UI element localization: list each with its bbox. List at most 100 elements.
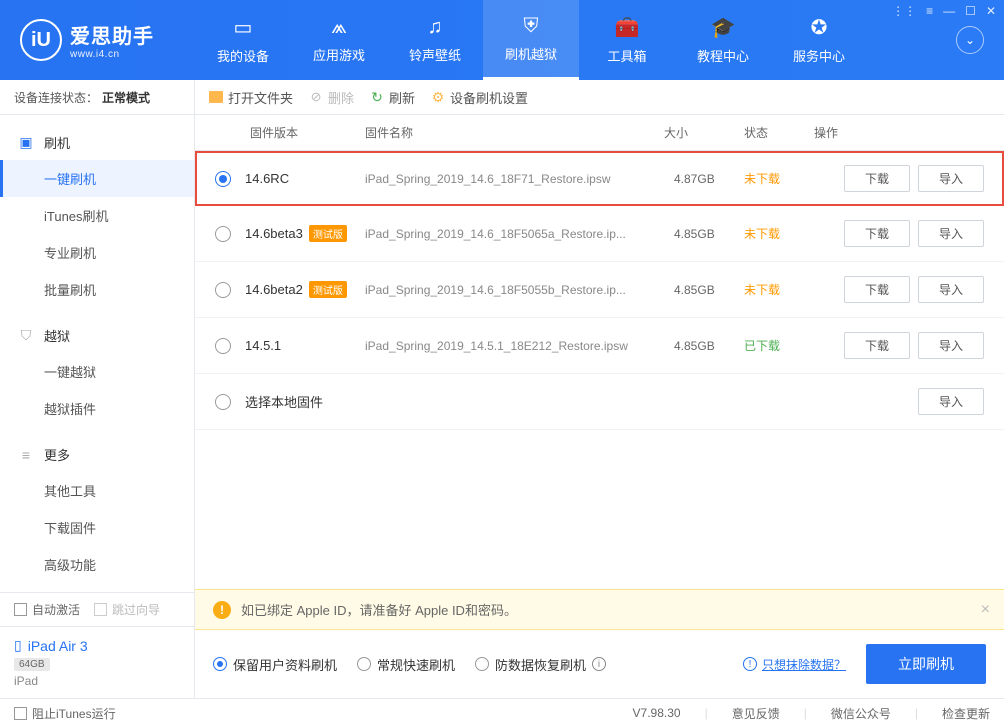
table-row[interactable]: 14.5.1 iPad_Spring_2019_14.5.1_18E212_Re… bbox=[195, 318, 1004, 374]
alert-close-icon[interactable]: × bbox=[981, 601, 990, 619]
sidebar-item-batch-flash[interactable]: 批量刷机 bbox=[0, 271, 194, 308]
erase-data-link[interactable]: !只想抹除数据？ bbox=[743, 656, 846, 673]
header-action: 操作 bbox=[814, 124, 984, 141]
version-label: V7.98.30 bbox=[633, 706, 681, 720]
header-name: 固件名称 bbox=[365, 124, 664, 141]
close-icon[interactable]: ✕ bbox=[986, 4, 996, 18]
table-header: 固件版本 固件名称 大小 状态 操作 bbox=[195, 115, 1004, 151]
app-header: iU 爱思助手 www.i4.cn ▭我的设备 ⩕应用游戏 ♫铃声壁纸 ⛨刷机越… bbox=[0, 0, 1004, 80]
delete-icon: ⊘ bbox=[309, 90, 323, 104]
beta-badge: 测试版 bbox=[309, 225, 347, 242]
firmware-status: 未下载 bbox=[744, 281, 814, 298]
firmware-version: 14.6RC bbox=[245, 171, 289, 186]
open-folder-button[interactable]: 打开文件夹 bbox=[209, 88, 293, 107]
download-button[interactable]: 下载 bbox=[844, 332, 910, 359]
header-size: 大小 bbox=[664, 124, 744, 141]
tab-service[interactable]: ✪服务中心 bbox=[771, 0, 867, 80]
import-button[interactable]: 导入 bbox=[918, 165, 984, 192]
option-normal[interactable]: 常规快速刷机 bbox=[357, 655, 455, 674]
delete-button[interactable]: ⊘删除 bbox=[309, 88, 354, 107]
connection-status: 设备连接状态：正常模式 bbox=[0, 80, 194, 115]
row-radio[interactable] bbox=[215, 171, 231, 187]
sidebar-item-oneclick-flash[interactable]: 一键刷机 bbox=[0, 160, 194, 197]
main-content: 打开文件夹 ⊘删除 ↻刷新 ⚙设备刷机设置 固件版本 固件名称 大小 状态 操作… bbox=[195, 80, 1004, 698]
section-flash[interactable]: ▣ 刷机 bbox=[0, 125, 194, 160]
row-radio[interactable] bbox=[215, 394, 231, 410]
import-button[interactable]: 导入 bbox=[918, 220, 984, 247]
minimize-icon[interactable]: — bbox=[943, 4, 955, 18]
device-info: ▯ iPad Air 3 64GB iPad bbox=[0, 626, 194, 698]
sidebar-item-itunes-flash[interactable]: iTunes刷机 bbox=[0, 197, 194, 234]
dropdown-button[interactable]: ⌄ bbox=[956, 26, 984, 54]
nav-tabs: ▭我的设备 ⩕应用游戏 ♫铃声壁纸 ⛨刷机越狱 🧰工具箱 🎓教程中心 ✪服务中心 bbox=[195, 0, 867, 80]
flash-now-button[interactable]: 立即刷机 bbox=[866, 644, 986, 684]
table-row[interactable]: 14.6beta2测试版 iPad_Spring_2019_14.6_18F50… bbox=[195, 262, 1004, 318]
option-anti-recovery[interactable]: 防数据恢复刷机i bbox=[475, 655, 606, 674]
info-icon[interactable]: i bbox=[592, 657, 606, 671]
menu-icon[interactable]: ≡ bbox=[926, 4, 933, 18]
section-jailbreak[interactable]: ⛉ 越狱 bbox=[0, 318, 194, 353]
firmware-size: 4.85GB bbox=[674, 339, 744, 353]
header-version: 固件版本 bbox=[215, 124, 365, 141]
import-button[interactable]: 导入 bbox=[918, 276, 984, 303]
sidebar-item-download-fw[interactable]: 下载固件 bbox=[0, 509, 194, 546]
download-button[interactable]: 下载 bbox=[844, 276, 910, 303]
tab-device[interactable]: ▭我的设备 bbox=[195, 0, 291, 80]
sidebar-item-pro-flash[interactable]: 专业刷机 bbox=[0, 234, 194, 271]
table-row[interactable]: 14.6RC iPad_Spring_2019_14.6_18F71_Resto… bbox=[195, 151, 1004, 206]
row-radio[interactable] bbox=[215, 338, 231, 354]
settings-button[interactable]: ⚙设备刷机设置 bbox=[431, 88, 528, 107]
maximize-icon[interactable]: ☐ bbox=[965, 4, 976, 18]
firmware-table: 14.6RC iPad_Spring_2019_14.6_18F71_Resto… bbox=[195, 151, 1004, 589]
download-button[interactable]: 下载 bbox=[844, 165, 910, 192]
sidebar-item-advanced[interactable]: 高级功能 bbox=[0, 546, 194, 583]
firmware-version: 14.5.1 bbox=[245, 338, 281, 353]
download-button[interactable]: 下载 bbox=[844, 220, 910, 247]
flash-options: 保留用户资料刷机 常规快速刷机 防数据恢复刷机i !只想抹除数据？ 立即刷机 bbox=[195, 630, 1004, 698]
tab-toolbox[interactable]: 🧰工具箱 bbox=[579, 0, 675, 80]
window-controls: ⋮⋮ ≡ — ☐ ✕ bbox=[892, 4, 996, 18]
tablet-icon: ▯ bbox=[14, 637, 22, 654]
firmware-name: iPad_Spring_2019_14.6_18F71_Restore.ipsw bbox=[365, 172, 674, 186]
tab-flash[interactable]: ⛨刷机越狱 bbox=[483, 0, 579, 80]
firmware-status: 已下载 bbox=[744, 337, 814, 354]
music-icon: ♫ bbox=[428, 16, 443, 39]
sidebar-item-oneclick-jb[interactable]: 一键越狱 bbox=[0, 353, 194, 390]
warning-icon: ! bbox=[213, 601, 231, 619]
auto-activate-checkbox[interactable]: 自动激活 bbox=[14, 601, 80, 618]
section-more[interactable]: ≡ 更多 bbox=[0, 437, 194, 472]
feedback-link[interactable]: 意见反馈 bbox=[732, 705, 780, 722]
sidebar-item-other-tools[interactable]: 其他工具 bbox=[0, 472, 194, 509]
wechat-link[interactable]: 微信公众号 bbox=[831, 705, 891, 722]
table-row[interactable]: 14.6beta3测试版 iPad_Spring_2019_14.6_18F50… bbox=[195, 206, 1004, 262]
flash-icon: ▣ bbox=[18, 135, 34, 151]
import-button[interactable]: 导入 bbox=[918, 332, 984, 359]
row-radio[interactable] bbox=[215, 282, 231, 298]
apps-icon: ⩕ bbox=[331, 16, 347, 39]
beta-badge: 测试版 bbox=[309, 281, 347, 298]
graduation-icon: 🎓 bbox=[711, 15, 736, 40]
option-keep-data[interactable]: 保留用户资料刷机 bbox=[213, 655, 337, 674]
import-button[interactable]: 导入 bbox=[918, 388, 984, 415]
firmware-version: 14.6beta2 bbox=[245, 282, 303, 297]
refresh-button[interactable]: ↻刷新 bbox=[370, 88, 415, 107]
table-row-local[interactable]: 选择本地固件 导入 bbox=[195, 374, 1004, 430]
more-icon: ≡ bbox=[18, 447, 34, 463]
grid-icon[interactable]: ⋮⋮ bbox=[892, 4, 916, 18]
device-type: iPad bbox=[14, 674, 180, 688]
block-itunes-checkbox[interactable]: 阻止iTunes运行 bbox=[14, 705, 116, 722]
row-radio[interactable] bbox=[215, 226, 231, 242]
skip-wizard-checkbox[interactable]: 跳过向导 bbox=[94, 601, 160, 618]
firmware-version: 14.6beta3 bbox=[245, 226, 303, 241]
jailbreak-icon: ⛉ bbox=[18, 328, 34, 344]
firmware-size: 4.85GB bbox=[674, 283, 744, 297]
device-icon: ▭ bbox=[234, 15, 253, 40]
tab-ringtone[interactable]: ♫铃声壁纸 bbox=[387, 0, 483, 80]
tab-tutorial[interactable]: 🎓教程中心 bbox=[675, 0, 771, 80]
sidebar-item-jb-plugins[interactable]: 越狱插件 bbox=[0, 390, 194, 427]
device-name[interactable]: ▯ iPad Air 3 bbox=[14, 637, 180, 654]
logo-icon: iU bbox=[20, 19, 62, 61]
tab-apps[interactable]: ⩕应用游戏 bbox=[291, 0, 387, 80]
device-storage: 64GB bbox=[14, 658, 50, 671]
update-link[interactable]: 检查更新 bbox=[942, 705, 990, 722]
